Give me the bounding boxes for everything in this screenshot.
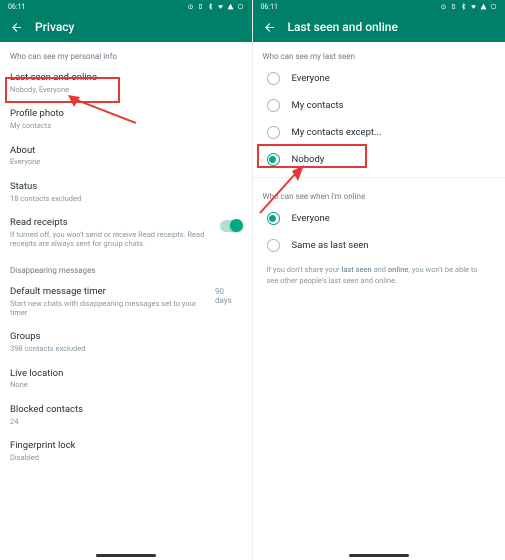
setting-title: Fingerprint lock xyxy=(10,440,242,452)
last-seen-screen: 06:11 Last seen and online Who can see m… xyxy=(253,0,505,560)
bluetooth-icon xyxy=(207,3,214,12)
radio-icon xyxy=(267,72,280,85)
option-everyone[interactable]: Everyone xyxy=(253,65,505,92)
radio-icon xyxy=(267,126,280,139)
option-online-everyone[interactable]: Everyone xyxy=(253,205,505,232)
setting-groups[interactable]: Groups 398 contacts excluded xyxy=(0,324,252,360)
radio-label: My contacts xyxy=(292,100,344,111)
setting-sub: 398 contacts excluded xyxy=(10,344,242,353)
option-my-contacts[interactable]: My contacts xyxy=(253,92,505,119)
signal-icon xyxy=(480,3,487,12)
page-title: Privacy xyxy=(35,20,74,34)
radio-label: Same as last seen xyxy=(292,240,369,251)
radio-icon xyxy=(267,99,280,112)
status-time: 06:11 xyxy=(8,3,25,11)
divider xyxy=(253,177,505,178)
setting-sub: Start new chats with disappearing messag… xyxy=(10,299,207,318)
section-online: Who can see when I'm online xyxy=(253,182,505,205)
setting-sub: Everyone xyxy=(10,157,242,166)
section-disappearing: Disappearing messages xyxy=(0,256,252,279)
setting-sub: Nobody, Everyone xyxy=(10,85,242,94)
app-bar: Privacy xyxy=(0,14,252,42)
wifi-icon xyxy=(470,3,477,12)
option-my-contacts-except[interactable]: My contacts except... xyxy=(253,119,505,146)
setting-live-location[interactable]: Live location None xyxy=(0,361,252,397)
radio-icon xyxy=(267,239,280,252)
nav-handle[interactable] xyxy=(349,554,409,557)
option-nobody[interactable]: Nobody xyxy=(253,146,505,173)
nav-handle[interactable] xyxy=(96,554,156,557)
option-online-same[interactable]: Same as last seen xyxy=(253,232,505,259)
setting-title: Status xyxy=(10,181,242,193)
setting-sub: None xyxy=(10,380,242,389)
setting-sub: If turned off, you won't send or receive… xyxy=(10,230,212,249)
battery-icon xyxy=(237,3,244,12)
setting-default-timer[interactable]: Default message timer Start new chats wi… xyxy=(0,279,252,325)
bluetooth-icon xyxy=(460,3,467,12)
status-bar: 06:11 xyxy=(253,0,505,14)
radio-icon xyxy=(267,212,280,225)
setting-status[interactable]: Status 18 contacts excluded xyxy=(0,174,252,210)
setting-blocked-contacts[interactable]: Blocked contacts 24 xyxy=(0,397,252,433)
radio-label: Everyone xyxy=(292,73,330,84)
radio-label: My contacts except... xyxy=(292,127,382,138)
section-personal-info: Who can see my personal info xyxy=(0,42,252,65)
setting-title: About xyxy=(10,145,242,157)
status-bar: 06:11 xyxy=(0,0,252,14)
setting-sub: My contacts xyxy=(10,121,242,130)
vibrate-icon xyxy=(197,3,204,12)
back-button[interactable] xyxy=(263,21,276,34)
app-bar: Last seen and online xyxy=(253,14,505,42)
radio-icon xyxy=(267,153,280,166)
page-title: Last seen and online xyxy=(288,20,398,34)
signal-icon xyxy=(227,3,234,12)
alarm-icon xyxy=(440,3,447,12)
setting-fingerprint-lock[interactable]: Fingerprint lock Disabled xyxy=(0,433,252,469)
setting-last-seen-online[interactable]: Last seen and online Nobody, Everyone xyxy=(0,65,252,101)
status-time: 06:11 xyxy=(261,3,278,11)
setting-sub: 18 contacts excluded xyxy=(10,194,242,203)
radio-label: Nobody xyxy=(292,154,325,165)
back-button[interactable] xyxy=(10,21,23,34)
alarm-icon xyxy=(187,3,194,12)
battery-icon xyxy=(490,3,497,12)
privacy-screen: 06:11 Privacy Who can see my personal in… xyxy=(0,0,253,560)
setting-title: Groups xyxy=(10,331,242,343)
default-timer-value: 90 days xyxy=(215,287,242,305)
setting-profile-photo[interactable]: Profile photo My contacts xyxy=(0,101,252,137)
setting-title: Default message timer xyxy=(10,286,207,298)
footnote: If you don't share your last seen and on… xyxy=(253,259,505,292)
setting-about[interactable]: About Everyone xyxy=(0,138,252,174)
setting-sub: 24 xyxy=(10,417,242,426)
setting-title: Live location xyxy=(10,368,242,380)
vibrate-icon xyxy=(450,3,457,12)
section-last-seen: Who can see my last seen xyxy=(253,42,505,65)
read-receipts-toggle[interactable] xyxy=(220,220,242,232)
radio-label: Everyone xyxy=(292,213,330,224)
setting-title: Read receipts xyxy=(10,217,212,229)
setting-title: Last seen and online xyxy=(10,72,242,84)
setting-title: Profile photo xyxy=(10,108,242,120)
setting-read-receipts[interactable]: Read receipts If turned off, you won't s… xyxy=(0,210,252,256)
setting-sub: Disabled xyxy=(10,453,242,462)
wifi-icon xyxy=(217,3,224,12)
setting-title: Blocked contacts xyxy=(10,404,242,416)
